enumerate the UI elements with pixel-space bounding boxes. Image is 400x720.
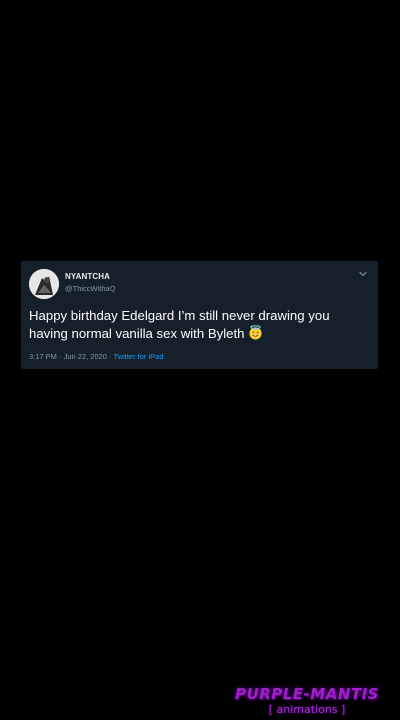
watermark-subtitle: [ animations ] (268, 703, 346, 716)
watermark-title: PURPLE-MANTIS (235, 685, 379, 703)
tweet-text: Happy birthday Edelgard I’m still never … (29, 307, 369, 343)
tweet-meta: 3:17 PM · Jun 22, 2020 · Twitter for iPa… (29, 352, 164, 361)
tweet-body: Happy birthday Edelgard I’m still never … (29, 308, 330, 341)
video-frame: NYANTCHA @ThiccWithaQ Happy birthday Ede… (0, 0, 400, 720)
watermark: PURPLE-MANTIS [ animations ] (222, 685, 392, 717)
tweet-timestamp[interactable]: 3:17 PM · Jun 22, 2020 · (29, 352, 114, 361)
user-handle[interactable]: @ThiccWithaQ (65, 284, 116, 293)
avatar[interactable] (29, 269, 59, 299)
chevron-down-icon[interactable] (358, 270, 368, 278)
smiling-face-with-halo-icon (248, 325, 262, 340)
avatar-icon (29, 269, 59, 299)
tweet-source-link[interactable]: Twitter for iPad (114, 352, 164, 361)
display-name[interactable]: NYANTCHA (65, 272, 110, 281)
tweet-card[interactable]: NYANTCHA @ThiccWithaQ Happy birthday Ede… (21, 261, 378, 369)
